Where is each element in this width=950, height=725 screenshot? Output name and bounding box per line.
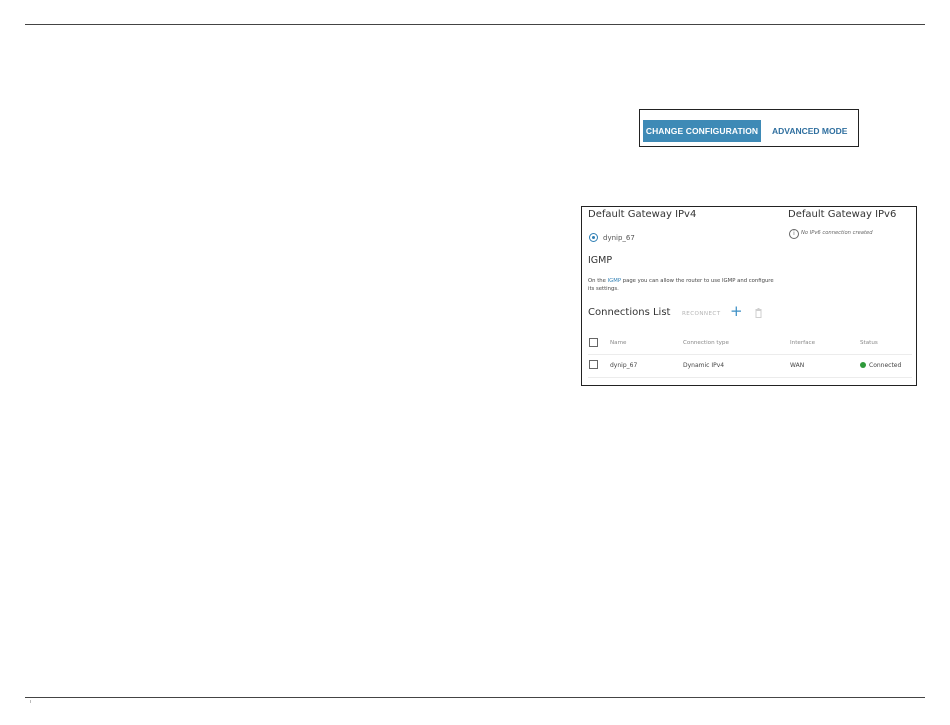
gateway-radio-selected-icon[interactable] [589, 233, 598, 242]
advanced-mode-button[interactable]: ADVANCED MODE [768, 120, 851, 142]
connections-panel: Default Gateway IPv4 Default Gateway IPv… [581, 206, 917, 386]
row-checkbox[interactable] [589, 360, 598, 369]
footer-mark [30, 700, 31, 703]
column-header-name: Name [610, 340, 627, 346]
row-status: Connected [869, 362, 902, 369]
gateway-radio-label[interactable]: dynip_67 [603, 234, 635, 242]
igmp-title: IGMP [588, 255, 613, 266]
default-gateway-ipv4-title: Default Gateway IPv4 [588, 209, 697, 220]
select-all-checkbox[interactable] [589, 338, 598, 347]
row-interface: WAN [790, 362, 805, 369]
row-divider [588, 377, 912, 378]
header-row-divider [588, 354, 912, 355]
igmp-description: On the IGMP page you can allow the route… [588, 278, 774, 292]
plus-icon[interactable]: + [730, 304, 743, 319]
configuration-toolbar: CHANGE CONFIGURATION ADVANCED MODE [639, 109, 859, 147]
row-connection-type: Dynamic IPv4 [683, 362, 725, 369]
column-header-connection-type: Connection type [683, 340, 729, 346]
column-header-status: Status [860, 340, 878, 346]
trash-icon[interactable] [755, 308, 762, 318]
info-icon: i [789, 229, 799, 239]
status-connected-icon [860, 362, 866, 368]
footer-divider [25, 697, 925, 698]
header-divider [25, 24, 925, 25]
default-gateway-ipv6-title: Default Gateway IPv6 [788, 209, 897, 220]
no-ipv6-note: No IPv6 connection created [801, 230, 873, 236]
column-header-interface: Interface [790, 340, 816, 346]
row-name[interactable]: dynip_67 [610, 362, 637, 369]
change-configuration-button[interactable]: CHANGE CONFIGURATION [643, 120, 761, 142]
igmp-link[interactable]: IGMP [608, 278, 621, 284]
reconnect-button[interactable]: RECONNECT [682, 311, 721, 317]
connections-list-title: Connections List [588, 307, 671, 318]
